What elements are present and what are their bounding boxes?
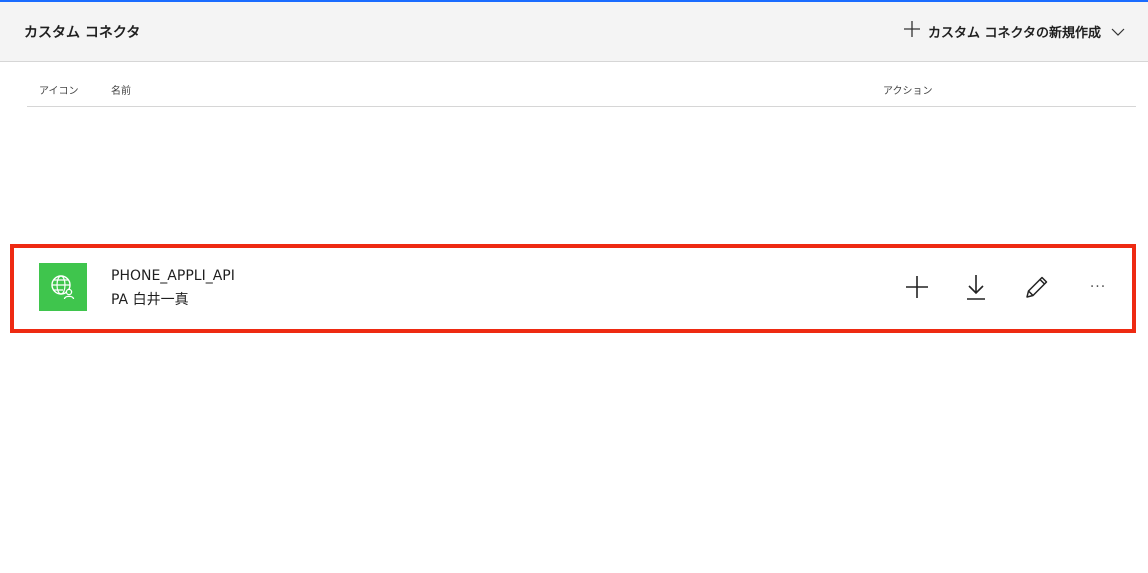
edit-button[interactable] bbox=[1023, 273, 1051, 301]
page-header: カスタム コネクタ カスタム コネクタの新規作成 bbox=[0, 2, 1148, 62]
column-header-name: 名前 bbox=[111, 86, 131, 97]
add-connection-button[interactable] bbox=[903, 273, 931, 301]
new-custom-connector-label: カスタム コネクタの新規作成 bbox=[928, 25, 1102, 41]
connector-name[interactable]: PHONE_APPLI_API bbox=[111, 268, 235, 284]
plus-icon bbox=[906, 276, 928, 298]
table-row[interactable]: PHONE_APPLI_API PA 白井一真 ··· bbox=[10, 244, 1136, 333]
header-divider bbox=[27, 106, 1136, 107]
plus-icon bbox=[904, 21, 920, 41]
globe-person-icon bbox=[51, 275, 75, 300]
chevron-down-icon bbox=[1111, 22, 1125, 41]
connector-owner: PA 白井一真 bbox=[111, 292, 189, 308]
download-icon bbox=[967, 275, 985, 300]
column-header-icon: アイコン bbox=[39, 86, 79, 97]
page-title: カスタム コネクタ bbox=[24, 25, 141, 41]
download-button[interactable] bbox=[962, 273, 990, 301]
column-header-actions: アクション bbox=[883, 86, 933, 97]
edit-pencil-icon bbox=[1026, 276, 1048, 298]
new-custom-connector-button[interactable]: カスタム コネクタの新規作成 bbox=[904, 19, 1125, 43]
connector-icon bbox=[39, 263, 87, 311]
more-options-button[interactable]: ··· bbox=[1084, 273, 1112, 301]
more-icon: ··· bbox=[1089, 279, 1107, 295]
